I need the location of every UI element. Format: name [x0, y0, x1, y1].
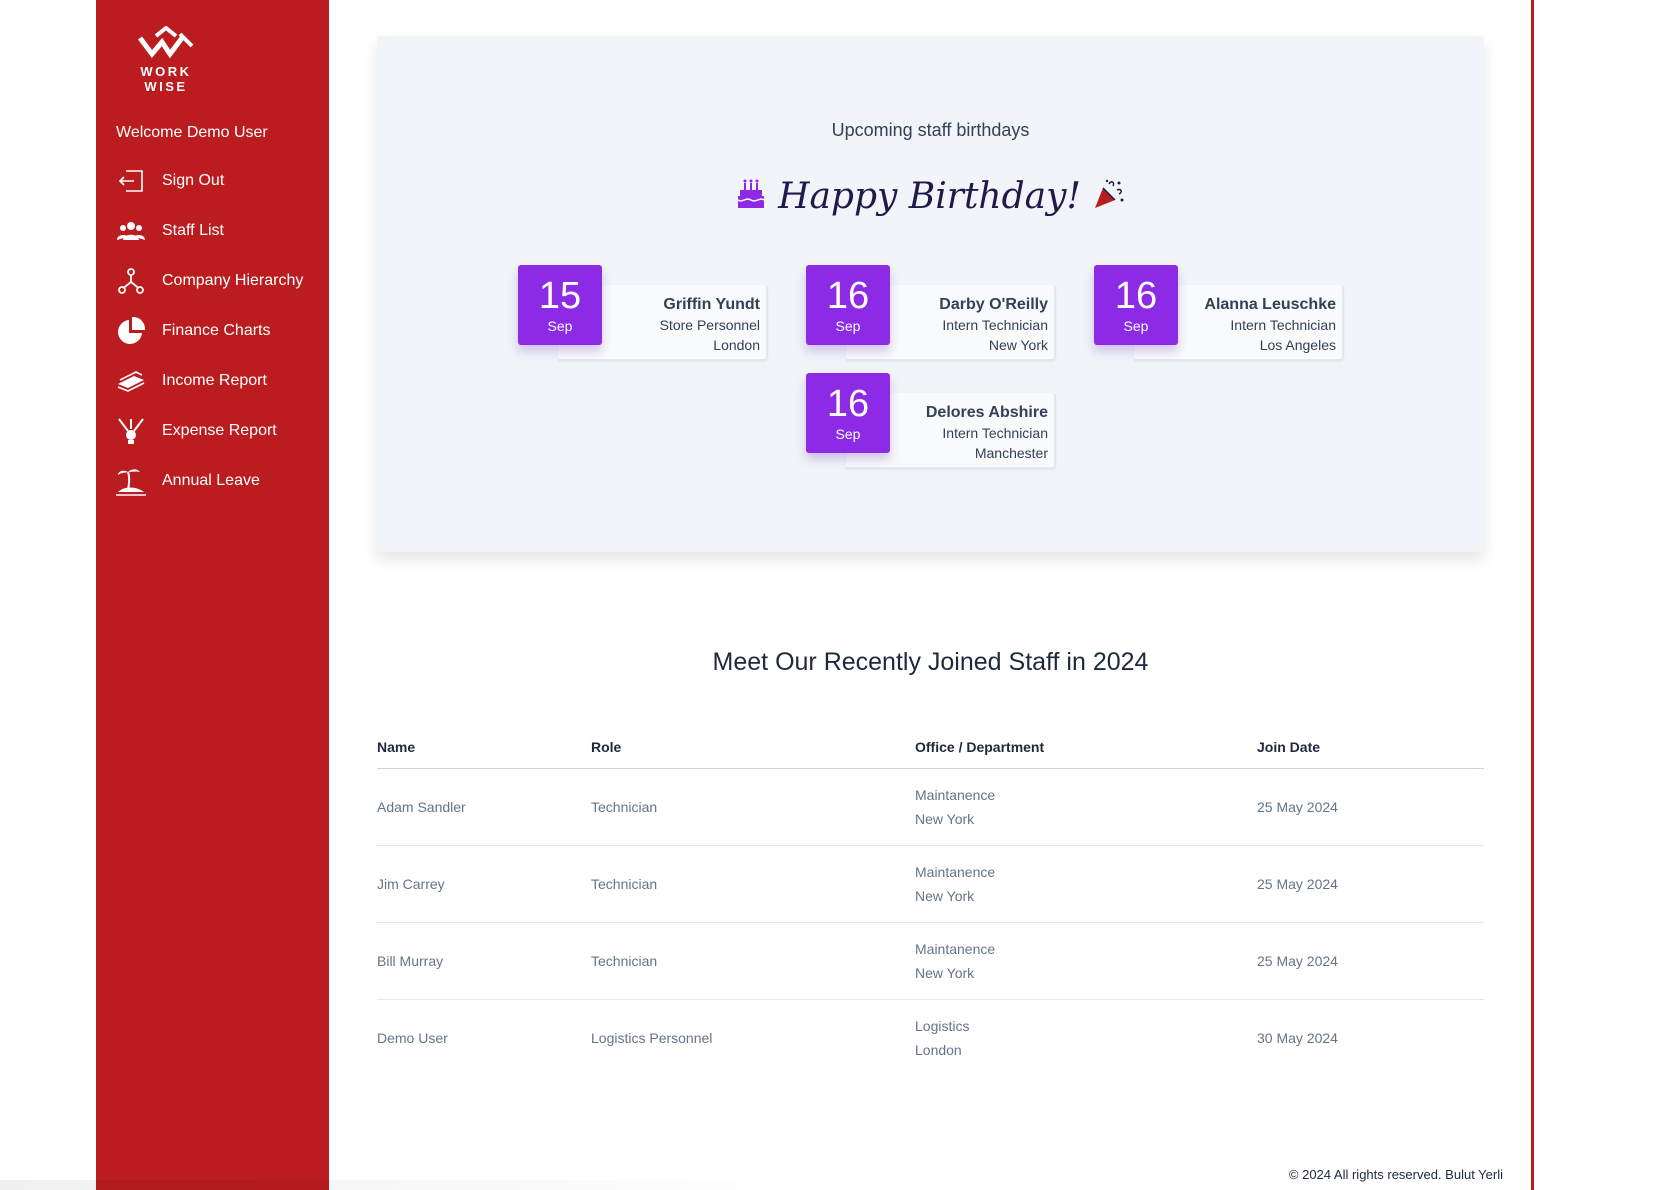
sign-out-icon: [114, 164, 148, 198]
money-icon: [114, 364, 148, 398]
island-icon: [114, 464, 148, 498]
birthday-card: Darby O'Reilly Intern Technician New Yor…: [806, 265, 1056, 361]
table-header-row: Name Role Office / Department Join Date: [377, 726, 1484, 769]
column-header-role[interactable]: Role: [591, 726, 915, 769]
bottom-shadow: [0, 1180, 820, 1190]
recent-staff-title: Meet Our Recently Joined Staff in 2024: [712, 648, 1149, 676]
column-header-join-date[interactable]: Join Date: [1257, 726, 1484, 769]
staff-name-link[interactable]: Demo User: [377, 999, 591, 1076]
sidebar-item-expense-report[interactable]: Expense Report: [114, 406, 303, 456]
sidebar-nav: Sign Out Staff List Company Hierarchy Fi…: [114, 156, 303, 506]
expense-icon: [114, 414, 148, 448]
hierarchy-icon: [114, 264, 148, 298]
sidebar: WORK WISE Welcome Demo User Sign Out Sta…: [96, 0, 329, 1190]
birthday-date-badge: 15 Sep: [518, 265, 602, 345]
staff-office: New York: [915, 887, 975, 904]
staff-department: Maintanence: [915, 863, 996, 880]
birthday-day: 16: [1114, 275, 1158, 317]
sidebar-item-label: Finance Charts: [162, 322, 271, 339]
birthday-panel: Upcoming staff birthdays Happy Birthday!…: [377, 36, 1484, 552]
table-row: Jim Carrey Technician Maintanence New Yo…: [377, 845, 1484, 923]
sidebar-item-label: Income Report: [162, 372, 267, 389]
staff-office: New York: [915, 964, 975, 981]
logo-mark-icon: [138, 26, 194, 59]
birthday-month: Sep: [1123, 318, 1149, 334]
column-header-office[interactable]: Office / Department: [915, 726, 1257, 769]
sidebar-item-annual-leave[interactable]: Annual Leave: [114, 456, 303, 506]
column-header-name[interactable]: Name: [377, 726, 591, 769]
welcome-text: Welcome Demo User: [116, 124, 268, 141]
staff-department: Maintanence: [915, 940, 996, 957]
staff-join-date: 25 May 2024: [1257, 768, 1484, 846]
staff-department: Logistics: [915, 1017, 970, 1034]
birthday-month: Sep: [835, 426, 861, 442]
users-icon: [114, 214, 148, 248]
footer-copyright: © 2024 All rights reserved. Bulut Yerli: [1288, 1167, 1503, 1182]
birthday-date-badge: 16 Sep: [806, 265, 890, 345]
birthday-date-badge: 16 Sep: [1094, 265, 1178, 345]
staff-office-cell: Maintanence New York: [915, 768, 1257, 846]
staff-name-link[interactable]: Adam Sandler: [377, 768, 591, 846]
happy-birthday-banner: Happy Birthday!: [377, 176, 1484, 217]
sidebar-item-income-report[interactable]: Income Report: [114, 356, 303, 406]
sidebar-item-staff-list[interactable]: Staff List: [114, 206, 303, 256]
staff-name-link[interactable]: Jim Carrey: [377, 845, 591, 923]
cake-icon: [736, 178, 766, 215]
sidebar-item-label: Company Hierarchy: [162, 272, 304, 289]
staff-office: New York: [915, 810, 975, 827]
recent-staff-table: Name Role Office / Department Join Date …: [377, 726, 1484, 1076]
staff-role: Technician: [591, 768, 915, 846]
work-wise-logo[interactable]: WORK WISE: [116, 26, 216, 94]
logo-text: WORK WISE: [140, 64, 192, 94]
birthday-card: Alanna Leuschke Intern Technician Los An…: [1094, 265, 1344, 361]
table-row: Adam Sandler Technician Maintanence New …: [377, 768, 1484, 846]
staff-role: Logistics Personnel: [591, 1029, 713, 1046]
happy-birthday-text: Happy Birthday!: [778, 176, 1081, 217]
birthday-panel-title: Upcoming staff birthdays: [831, 120, 1030, 140]
birthday-day: 15: [538, 275, 582, 317]
pie-chart-icon: [114, 314, 148, 348]
sidebar-item-label: Staff List: [162, 222, 224, 239]
staff-join-date: 30 May 2024: [1257, 1029, 1338, 1046]
birthday-day: 16: [826, 383, 870, 425]
birthday-month: Sep: [835, 318, 861, 334]
staff-office-cell: Maintanence New York: [915, 922, 1257, 1000]
staff-office: London: [915, 1041, 962, 1058]
staff-department: Maintanence: [915, 786, 996, 803]
page-border-right: [1531, 0, 1534, 1190]
birthday-date-badge: 16 Sep: [806, 373, 890, 453]
birthday-month: Sep: [547, 318, 573, 334]
staff-office-cell: Maintanence New York: [915, 845, 1257, 923]
sidebar-item-label: Annual Leave: [162, 472, 260, 489]
sidebar-item-label: Sign Out: [162, 172, 225, 189]
birthday-day: 16: [826, 275, 870, 317]
table-row: Demo User Logistics Personnel Logistics …: [377, 999, 1484, 1076]
staff-role: Technician: [591, 922, 915, 1000]
staff-office-cell: Logistics London: [915, 999, 1257, 1076]
sidebar-item-sign-out[interactable]: Sign Out: [114, 156, 303, 206]
table-row: Bill Murray Technician Maintanence New Y…: [377, 922, 1484, 1000]
birthday-card: Delores Abshire Intern Technician Manche…: [806, 373, 1056, 469]
birthday-card: Griffin Yundt Store Personnel London 15 …: [518, 265, 768, 361]
party-popper-icon: [1093, 178, 1125, 215]
sidebar-item-label: Expense Report: [162, 422, 277, 439]
sidebar-item-finance-charts[interactable]: Finance Charts: [114, 306, 303, 356]
staff-name-link[interactable]: Bill Murray: [377, 922, 591, 1000]
sidebar-item-company-hierarchy[interactable]: Company Hierarchy: [114, 256, 303, 306]
staff-join-date: 25 May 2024: [1257, 922, 1484, 1000]
staff-role: Technician: [591, 845, 915, 923]
staff-join-date: 25 May 2024: [1257, 845, 1484, 923]
